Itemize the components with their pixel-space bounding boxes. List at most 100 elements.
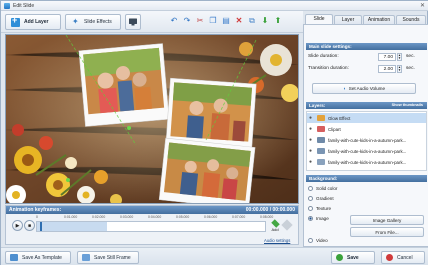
visibility-icon[interactable]: ● — [309, 137, 315, 143]
slide-canvas[interactable] — [5, 34, 299, 204]
bg-option-texture[interactable]: Texture — [308, 206, 331, 211]
bg-option-label: Texture — [316, 206, 332, 211]
cancel-icon — [386, 254, 393, 261]
duplicate-icon[interactable]: ⧉ — [247, 16, 257, 26]
ruler-tick: 0:06.000 — [204, 215, 218, 219]
bg-option-label: Solid color — [316, 186, 338, 191]
layer-item[interactable]: ● family-with-cute-kids-in-a-autumn-park… — [307, 135, 426, 145]
transition-duration-input[interactable]: 2.00 — [378, 65, 396, 73]
template-icon — [10, 254, 18, 261]
add-layer-button[interactable]: Add Layer — [5, 14, 61, 30]
save-still-frame-label: Save Still Frame — [94, 254, 131, 261]
image-gallery-button[interactable]: Image Gallery — [350, 215, 424, 225]
cancel-label: Cancel — [397, 254, 413, 261]
visibility-icon[interactable]: ● — [309, 159, 315, 165]
visibility-icon[interactable]: ● — [309, 148, 315, 154]
ruler-tick: 0:02.000 — [92, 215, 106, 219]
photo-frame-1 — [78, 43, 170, 127]
move-down-icon[interactable]: ⬇ — [260, 16, 270, 26]
image-layer-icon — [317, 137, 325, 143]
toolbar: Add Layer ✦ Slide Effects ↶ ↷ ✂ ❐ ▤ ✕ ⧉ … — [1, 11, 303, 33]
from-file-button[interactable]: From File... — [350, 227, 424, 237]
delete-keyframe-button[interactable] — [281, 219, 293, 231]
visibility-icon[interactable]: ● — [309, 126, 315, 132]
speaker-icon: ◖ — [342, 86, 346, 91]
paste-icon[interactable]: ▤ — [221, 16, 231, 26]
preview-button[interactable] — [125, 14, 141, 30]
cancel-button[interactable]: Cancel — [381, 251, 425, 264]
app-icon — [4, 3, 10, 9]
edit-slide-window: Edit Slide ✕ Add Layer ✦ Slide Effects ↶… — [0, 0, 428, 265]
transition-duration-unit: sec. — [406, 66, 415, 71]
keyframe-track[interactable] — [36, 221, 266, 232]
still-frame-icon — [82, 254, 90, 261]
bg-option-label: Image — [316, 216, 329, 221]
visibility-icon[interactable]: ● — [309, 115, 315, 121]
playhead[interactable] — [40, 222, 42, 231]
layer-name: family-with-cute-kids-in-a-autumn-park..… — [328, 159, 407, 165]
save-button[interactable]: Save — [331, 251, 375, 264]
stop-button[interactable]: ■ — [24, 220, 35, 231]
copy-icon[interactable]: ❐ — [208, 16, 218, 26]
bg-option-label: Video — [316, 238, 328, 243]
image-layer-icon — [317, 159, 325, 165]
play-icon: ▶ — [15, 222, 20, 229]
layer-name: Clipart — [328, 126, 341, 132]
radio-selected-icon — [308, 216, 313, 221]
radio-icon — [308, 196, 313, 201]
radio-icon — [308, 186, 313, 191]
radio-icon — [308, 206, 313, 211]
title-bar: Edit Slide ✕ — [1, 1, 428, 11]
radio-icon — [308, 238, 313, 243]
slide-duration-stepper[interactable]: ▲ ▼ — [397, 53, 402, 61]
layer-item[interactable]: ● Clipart — [307, 124, 426, 134]
add-keyframe-label: Add — [271, 227, 279, 232]
slide-effects-button[interactable]: ✦ Slide Effects — [65, 14, 121, 30]
window-title: Edit Slide — [13, 3, 35, 9]
layer-item[interactable]: ● Glow Effect — [307, 113, 426, 123]
photo-frame-3 — [158, 137, 256, 203]
delete-icon[interactable]: ✕ — [234, 16, 244, 26]
bg-option-gradient[interactable]: Gradient — [308, 196, 334, 201]
bottom-bar: Save As Template Save Still Frame Save C… — [1, 247, 428, 265]
transition-duration-label: Transition duration: — [308, 66, 349, 71]
slide-duration-unit: sec. — [406, 54, 415, 59]
slide-duration-label: Slide duration: — [308, 54, 339, 59]
panel-tabs: Slide Layer Animation Sounds — [303, 13, 428, 26]
image-layer-icon — [317, 148, 325, 154]
ruler-tick: 0:05.000 — [176, 215, 190, 219]
slide-tab-body: Main slide settings: Slide duration: 7.0… — [303, 24, 428, 247]
transition-duration-stepper[interactable]: ▲ ▼ — [397, 65, 402, 73]
bg-option-image[interactable]: Image — [308, 216, 329, 221]
bg-option-video[interactable]: Video — [308, 238, 328, 243]
save-still-frame-button[interactable]: Save Still Frame — [77, 251, 139, 264]
play-button[interactable]: ▶ — [12, 220, 23, 231]
add-keyframe-button[interactable]: Add — [270, 219, 280, 232]
show-thumbnails-toggle[interactable]: Show thumbnails — [392, 103, 423, 107]
set-audio-volume-button[interactable]: ◖ Set Audio Volume — [312, 83, 416, 94]
save-as-template-button[interactable]: Save As Template — [5, 251, 71, 264]
layer-item[interactable]: ● family-with-cute-kids-in-a-autumn-park… — [307, 157, 426, 167]
clipart-layer-icon — [317, 126, 325, 132]
timeline-ruler: 0 0:01.000 0:02.000 0:03.000 0:04.000 0:… — [36, 215, 291, 220]
layers-title: Layers: — [309, 103, 326, 108]
redo-icon[interactable]: ↷ — [182, 16, 192, 26]
undo-icon[interactable]: ↶ — [169, 16, 179, 26]
save-label: Save — [347, 254, 359, 261]
timeline-selection — [37, 222, 107, 231]
move-up-icon[interactable]: ⬆ — [273, 16, 283, 26]
slide-preview-image — [6, 35, 298, 203]
layers-list: ● Glow Effect ● Clipart ● family-with-cu… — [306, 111, 427, 171]
ruler-tick: 0:03.000 — [120, 215, 134, 219]
close-icon[interactable]: ✕ — [420, 2, 425, 9]
slide-duration-input[interactable]: 7.00 — [378, 53, 396, 61]
layer-item[interactable]: ● family-with-cute-kids-in-a-autumn-park… — [307, 146, 426, 156]
settings-panel: Slide Layer Animation Sounds Main slide … — [303, 11, 428, 247]
audio-settings-link[interactable]: Audio settings — [264, 238, 290, 243]
cut-icon[interactable]: ✂ — [195, 16, 205, 26]
bg-option-solid-color[interactable]: Solid color — [308, 186, 337, 191]
animation-header: Animation keyframes: 00:00.000 / 00:00.0… — [6, 206, 298, 214]
slide-effects-label: Slide Effects — [84, 19, 112, 25]
layer-name: family-with-cute-kids-in-a-autumn-park..… — [328, 148, 407, 154]
main-settings-header: Main slide settings: — [306, 43, 427, 50]
